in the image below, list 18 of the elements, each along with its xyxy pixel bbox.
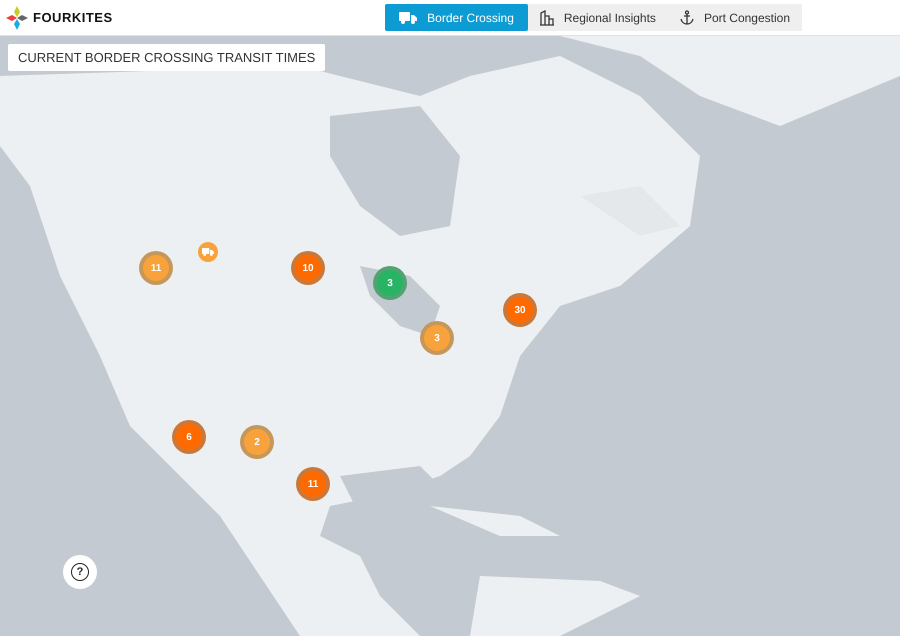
cluster-marker[interactable]: 6 (176, 424, 202, 450)
tab[interactable]: Port Congestion (668, 4, 802, 31)
truck-icon (202, 248, 214, 256)
tab[interactable]: Border Crossing (385, 4, 528, 31)
cluster-marker[interactable]: 3 (424, 325, 450, 351)
cluster-marker[interactable]: 2 (244, 429, 270, 455)
tab[interactable]: Regional Insights (528, 4, 668, 31)
anchor-icon (680, 10, 694, 25)
map-title: CURRENT BORDER CROSSING TRANSIT TIMES (8, 44, 326, 71)
cluster-marker[interactable]: 10 (295, 255, 321, 281)
buildings-icon (540, 10, 554, 26)
logo-icon (6, 6, 28, 30)
cluster-marker[interactable]: 11 (143, 255, 169, 281)
truck-icon (399, 12, 418, 24)
logo-text: FOURKITES (33, 10, 113, 25)
cluster-marker[interactable]: 3 (377, 270, 403, 296)
cluster-marker[interactable]: 11 (300, 471, 326, 497)
cluster-marker[interactable]: 30 (507, 297, 533, 323)
